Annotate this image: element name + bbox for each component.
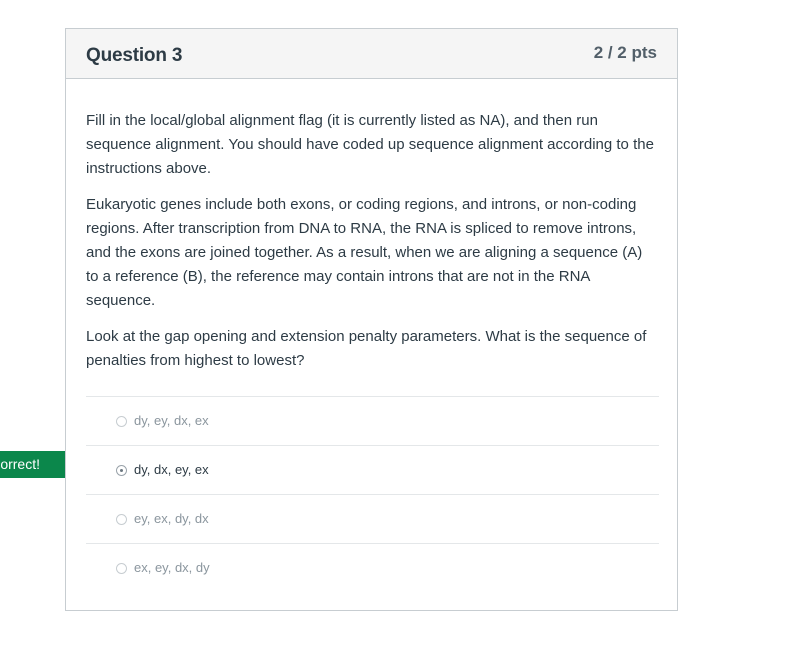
question-paragraph: Look at the gap opening and extension pe… [86, 328, 647, 369]
question-header: Question 3 2 / 2 pts [66, 29, 677, 79]
radio-button[interactable] [116, 416, 127, 427]
question-text: Fill in the local/global alignment flag … [86, 109, 658, 385]
question-paragraph: Eukaryotic genes include both exons, or … [86, 196, 643, 309]
answer-label: ex, ey, dx, dy [134, 560, 210, 575]
answer-list: dy, ey, dx, ex dy, dx, ey, ex ey, ex, dy… [86, 396, 659, 592]
radio-button-checked[interactable] [116, 465, 127, 476]
answer-option[interactable]: ex, ey, dx, dy [86, 544, 659, 592]
radio-button[interactable] [116, 563, 127, 574]
answer-label: ey, ex, dy, dx [134, 511, 209, 526]
correct-flag-label: Correct! [0, 456, 40, 472]
question-points: 2 / 2 pts [593, 43, 657, 62]
answer-option-selected[interactable]: dy, dx, ey, ex [86, 446, 659, 495]
quiz-page: Correct! Question 3 2 / 2 pts Fill in th… [0, 0, 812, 647]
answer-label: dy, dx, ey, ex [134, 462, 209, 477]
radio-button[interactable] [116, 514, 127, 525]
question-paragraph: Fill in the local/global alignment flag … [86, 112, 654, 177]
answer-option[interactable]: ey, ex, dy, dx [86, 495, 659, 544]
answer-label: dy, ey, dx, ex [134, 413, 209, 428]
question-title: Question 3 [86, 45, 183, 66]
question-card: Question 3 2 / 2 pts Fill in the local/g… [65, 28, 678, 611]
answer-option[interactable]: dy, ey, dx, ex [86, 397, 659, 446]
